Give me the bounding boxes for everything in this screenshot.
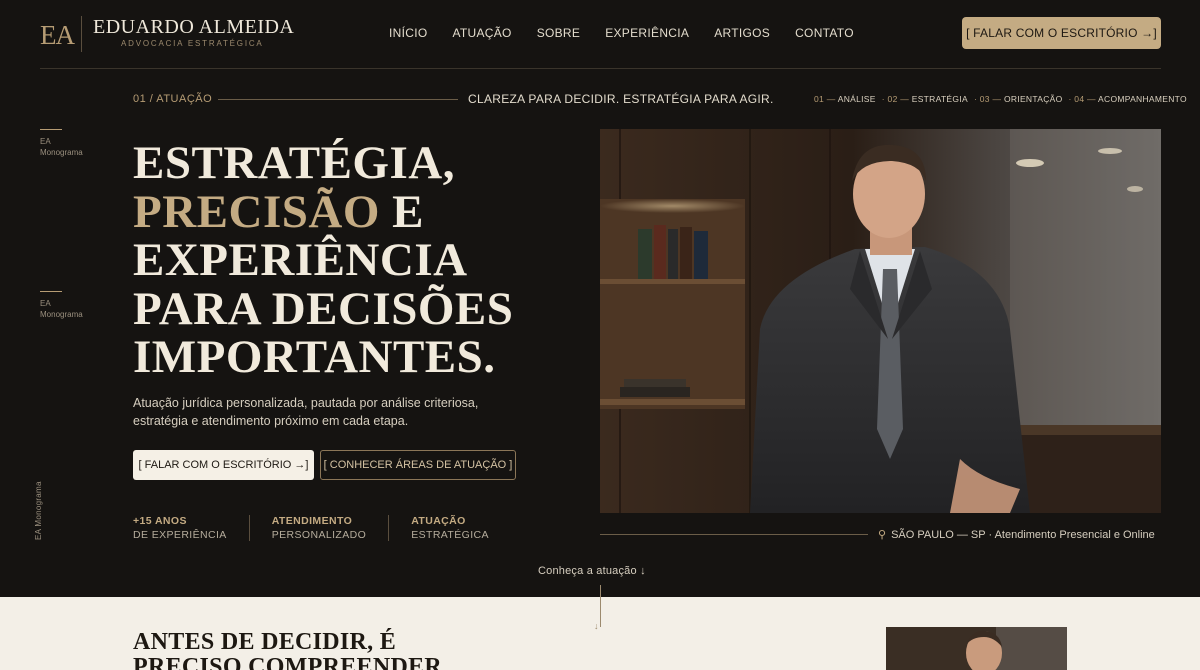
logo-subtitle: ADVOCACIA ESTRATÉGICA	[121, 39, 264, 48]
scroll-cue-link[interactable]: Conheça a atuação ↓	[538, 565, 646, 577]
hero-title: ESTRATÉGIA, PRECISÃO E EXPERIÊNCIA PARA …	[133, 137, 514, 383]
portrait-illustration	[600, 129, 1161, 513]
side-monogram-2: EA Monograma	[40, 291, 83, 320]
nav-item-sobre[interactable]: SOBRE	[537, 26, 581, 40]
location-pin-icon: ⚲	[878, 529, 887, 541]
header-divider	[40, 68, 1161, 69]
contact-button[interactable]: [ FALAR COM O ESCRITÓRIO →]	[133, 450, 314, 480]
section-title: ANTES DE DECIDIR, É PRECISO COMPREENDER	[133, 629, 443, 670]
section-kicker: 01 / ATUAÇÃO	[133, 93, 213, 105]
tagline: CLAREZA PARA DECIDIR. ESTRATÉGIA PARA AG…	[468, 92, 774, 106]
practice-areas-button[interactable]: [ CONHECER ÁREAS DE ATUAÇÃO ]	[320, 450, 516, 480]
logo-monogram[interactable]: EA	[40, 20, 75, 51]
nav-item-experiencia[interactable]: EXPERIÊNCIA	[605, 26, 689, 40]
scroll-line	[600, 585, 601, 627]
nav-item-artigos[interactable]: ARTIGOS	[714, 26, 770, 40]
stat-experience: +15 ANOS DE EXPERIÊNCIA	[133, 515, 250, 541]
nav-item-inicio[interactable]: INÍCIO	[389, 26, 427, 40]
hero-title-highlight: PRECISÃO	[133, 185, 380, 238]
nav-item-contato[interactable]: CONTATO	[795, 26, 854, 40]
section-photo	[886, 627, 1067, 670]
scroll-down-icon: ↓	[594, 621, 599, 631]
logo-divider	[81, 16, 82, 52]
step-1: 01 — ANÁLISE	[814, 94, 876, 104]
step-4: · 04 — ACOMPANHAMENTO	[1068, 94, 1187, 104]
step-2: · 02 — ESTRATÉGIA	[881, 94, 968, 104]
stat-service: ATENDIMENTO PERSONALIZADO	[272, 515, 390, 541]
side-monogram-vertical: EA Monograma	[34, 481, 43, 540]
side-monogram-1: EA Monograma	[40, 129, 83, 158]
process-steps: 01 — ANÁLISE · 02 — ESTRATÉGIA · 03 — OR…	[814, 94, 1187, 104]
hero-description: Atuação jurídica personalizada, pautada …	[133, 396, 479, 428]
location-divider	[600, 534, 868, 535]
nav-item-atuacao[interactable]: ATUAÇÃO	[452, 26, 511, 40]
lawyer-portrait-photo	[600, 129, 1161, 513]
step-3: · 03 — ORIENTAÇÃO	[973, 94, 1063, 104]
header-contact-button[interactable]: [ FALAR COM O ESCRITÓRIO →]	[962, 17, 1161, 49]
location-info: ⚲ SÃO PAULO — SP · Atendimento Presencia…	[878, 528, 1155, 542]
main-nav: INÍCIO ATUAÇÃO SOBRE EXPERIÊNCIA ARTIGOS…	[389, 26, 854, 40]
stat-strategy: ATUAÇÃO ESTRATÉGICA	[411, 515, 489, 541]
logo-name[interactable]: EDUARDO ALMEIDA	[93, 16, 294, 39]
kicker-divider	[218, 99, 458, 100]
stats-row: +15 ANOS DE EXPERIÊNCIA ATENDIMENTO PERS…	[133, 515, 533, 541]
